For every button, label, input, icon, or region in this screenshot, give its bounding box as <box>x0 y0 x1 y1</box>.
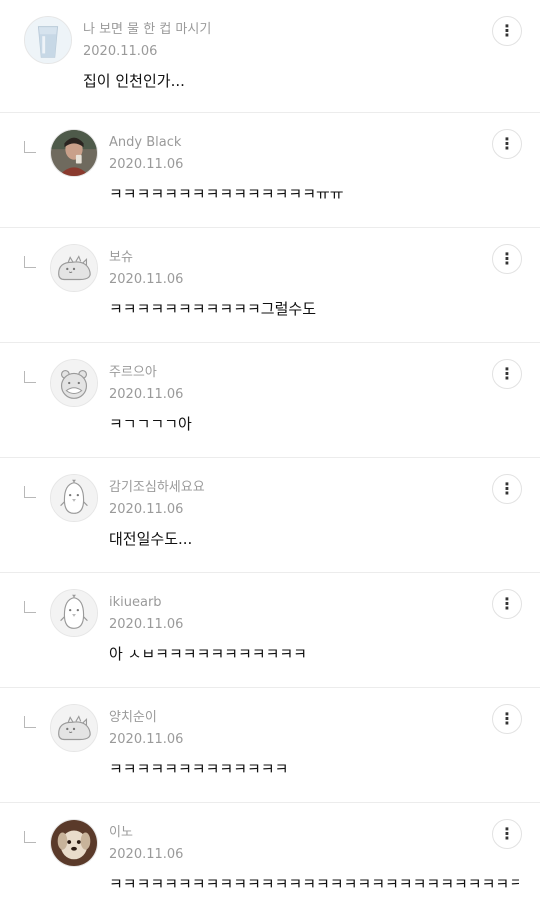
more-vertical-icon: ⋮ <box>499 364 515 383</box>
more-options-button[interactable]: ⋮ <box>492 129 522 159</box>
avatar-glass-photo[interactable] <box>24 16 72 64</box>
avatar-default-creature[interactable] <box>50 704 98 752</box>
comment-text: ㅋㄱㄱㄱㄱ아 <box>109 415 192 433</box>
comment-meta: 감기조심하세요요 2020.11.06 <box>109 479 205 519</box>
avatar-default-penguin[interactable] <box>50 474 98 522</box>
author-name[interactable]: 이노 <box>109 824 183 842</box>
reply-indicator-icon <box>24 486 36 498</box>
avatar-default-penguin[interactable] <box>50 589 98 637</box>
reply-item: 보슈 2020.11.06 ㅋㅋㅋㅋㅋㅋㅋㅋㅋㅋㅋ그럴수도 ⋮ <box>0 228 540 343</box>
comment-meta: 보슈 2020.11.06 <box>109 249 183 289</box>
author-name[interactable]: 나 보면 물 한 컵 마시기 <box>83 21 211 39</box>
author-name[interactable]: 주르으아 <box>109 364 183 382</box>
more-vertical-icon: ⋮ <box>499 249 515 268</box>
reply-indicator-icon <box>24 601 36 613</box>
comment-date: 2020.11.06 <box>83 44 158 59</box>
author-name[interactable]: 양치순이 <box>109 709 183 727</box>
comment-date: 2020.11.06 <box>109 272 184 287</box>
comment-meta: 주르으아 2020.11.06 <box>109 364 183 404</box>
comment-date: 2020.11.06 <box>109 617 184 632</box>
comment-text: ㅋㅋㅋㅋㅋㅋㅋㅋㅋㅋㅋㅋㅋ <box>109 760 289 778</box>
more-options-button[interactable]: ⋮ <box>492 819 522 849</box>
more-options-button[interactable]: ⋮ <box>492 474 522 504</box>
comment-list: 나 보면 물 한 컵 마시기 2020.11.06 집이 인천인가... ⋮ A… <box>0 0 540 903</box>
more-options-button[interactable]: ⋮ <box>492 359 522 389</box>
comment-text: 대전일수도... <box>109 530 193 548</box>
comment-meta: ikiuearb 2020.11.06 <box>109 594 183 634</box>
author-name[interactable]: Andy Black <box>109 134 183 152</box>
more-options-button[interactable]: ⋮ <box>492 16 522 46</box>
comment-text: 아 ㅅㅂㅋㅋㅋㅋㅋㅋㅋㅋㅋㅋㅋ <box>109 645 307 663</box>
reply-indicator-icon <box>24 371 36 383</box>
reply-item: ikiuearb 2020.11.06 아 ㅅㅂㅋㅋㅋㅋㅋㅋㅋㅋㅋㅋㅋ ⋮ <box>0 573 540 688</box>
comment-meta: Andy Black 2020.11.06 <box>109 134 183 174</box>
author-name[interactable]: 보슈 <box>109 249 183 267</box>
comment-date: 2020.11.06 <box>109 387 184 402</box>
author-name[interactable]: 감기조심하세요요 <box>109 479 205 497</box>
comment-text: ㅋㅋㅋㅋㅋㅋㅋㅋㅋㅋㅋ그럴수도 <box>109 300 317 318</box>
more-vertical-icon: ⋮ <box>499 21 515 40</box>
avatar-default-bear[interactable] <box>50 359 98 407</box>
more-vertical-icon: ⋮ <box>499 594 515 613</box>
reply-indicator-icon <box>24 141 36 153</box>
comment-meta: 나 보면 물 한 컵 마시기 2020.11.06 <box>83 21 211 61</box>
comment-date: 2020.11.06 <box>109 502 184 517</box>
avatar-dog-photo[interactable] <box>50 819 98 867</box>
reply-indicator-icon <box>24 256 36 268</box>
more-options-button[interactable]: ⋮ <box>492 244 522 274</box>
more-options-button[interactable]: ⋮ <box>492 589 522 619</box>
reply-item: 감기조심하세요요 2020.11.06 대전일수도... ⋮ <box>0 458 540 573</box>
reply-indicator-icon <box>24 716 36 728</box>
comment-item: 나 보면 물 한 컵 마시기 2020.11.06 집이 인천인가... ⋮ <box>0 0 540 113</box>
more-vertical-icon: ⋮ <box>499 479 515 498</box>
reply-item: Andy Black 2020.11.06 ㅋㅋㅋㅋㅋㅋㅋㅋㅋㅋㅋㅋㅋㅋㅋㅠㅠ … <box>0 113 540 228</box>
avatar-person-photo[interactable] <box>50 129 98 177</box>
more-options-button[interactable]: ⋮ <box>492 704 522 734</box>
more-vertical-icon: ⋮ <box>499 709 515 728</box>
comment-meta: 양치순이 2020.11.06 <box>109 709 183 749</box>
reply-item: 주르으아 2020.11.06 ㅋㄱㄱㄱㄱ아 ⋮ <box>0 343 540 458</box>
comment-date: 2020.11.06 <box>109 157 184 172</box>
avatar-default-creature[interactable] <box>50 244 98 292</box>
reply-indicator-icon <box>24 831 36 843</box>
reply-item: 이노 2020.11.06 ㅋㅋㅋㅋㅋㅋㅋㅋㅋㅋㅋㅋㅋㅋㅋㅋㅋㅋㅋㅋㅋㅋㅋㅋㅋㅋ… <box>0 803 540 903</box>
comment-date: 2020.11.06 <box>109 847 184 862</box>
comment-text: 집이 인천인가... <box>83 72 185 90</box>
comment-date: 2020.11.06 <box>109 732 184 747</box>
reply-item: 양치순이 2020.11.06 ㅋㅋㅋㅋㅋㅋㅋㅋㅋㅋㅋㅋㅋ ⋮ <box>0 688 540 803</box>
more-vertical-icon: ⋮ <box>499 134 515 153</box>
author-name[interactable]: ikiuearb <box>109 594 183 612</box>
comment-meta: 이노 2020.11.06 <box>109 824 183 864</box>
comment-text: ㅋㅋㅋㅋㅋㅋㅋㅋㅋㅋㅋㅋㅋㅋㅋㅠㅠ <box>109 185 344 203</box>
more-vertical-icon: ⋮ <box>499 824 515 843</box>
comment-text: ㅋㅋㅋㅋㅋㅋㅋㅋㅋㅋㅋㅋㅋㅋㅋㅋㅋㅋㅋㅋㅋㅋㅋㅋㅋㅋㅋㅋㅋㅋㅋㅋㅋ <box>109 875 519 893</box>
